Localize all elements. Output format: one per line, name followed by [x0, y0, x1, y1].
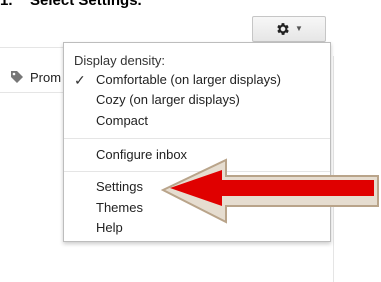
density-heading: Display density:: [74, 53, 166, 68]
toolbar-divider: [0, 47, 70, 48]
menu-item-label: Comfortable (on larger displays): [96, 72, 281, 87]
menu-item-themes[interactable]: Themes: [64, 198, 330, 218]
menu-item-help[interactable]: Help: [64, 218, 330, 238]
tab-promotions[interactable]: Prom: [0, 62, 70, 93]
tab-label: Prom: [30, 69, 62, 85]
menu-separator: [64, 138, 330, 139]
menu-item-cozy[interactable]: Cozy (on larger displays): [64, 90, 330, 110]
caret-down-icon: ▼: [295, 24, 303, 33]
menu-item-comfortable[interactable]: ✓ Comfortable (on larger displays): [64, 70, 330, 90]
checkmark-icon: ✓: [74, 72, 86, 88]
step-number: 1.: [0, 0, 13, 9]
menu-item-label: Settings: [96, 179, 143, 194]
menu-item-label: Compact: [96, 113, 149, 128]
content-border: [333, 56, 334, 282]
tag-icon: [11, 71, 23, 83]
settings-dropdown-menu: Display density: ✓ Comfortable (on large…: [63, 42, 331, 242]
menu-item-label: Themes: [96, 200, 143, 215]
settings-gear-button[interactable]: ▼: [252, 16, 326, 42]
menu-separator: [64, 171, 330, 172]
step-text: Select Settings.: [30, 0, 142, 9]
menu-item-compact[interactable]: Compact: [64, 111, 330, 131]
gear-icon: [277, 23, 289, 35]
menu-item-label: Configure inbox: [96, 147, 188, 162]
menu-item-configure-inbox[interactable]: Configure inbox: [64, 145, 330, 165]
menu-item-label: Help: [96, 220, 123, 235]
step-instruction: 1. Select Settings.: [0, 0, 142, 9]
menu-item-settings[interactable]: Settings: [64, 177, 330, 197]
menu-item-label: Cozy (on larger displays): [96, 92, 240, 107]
